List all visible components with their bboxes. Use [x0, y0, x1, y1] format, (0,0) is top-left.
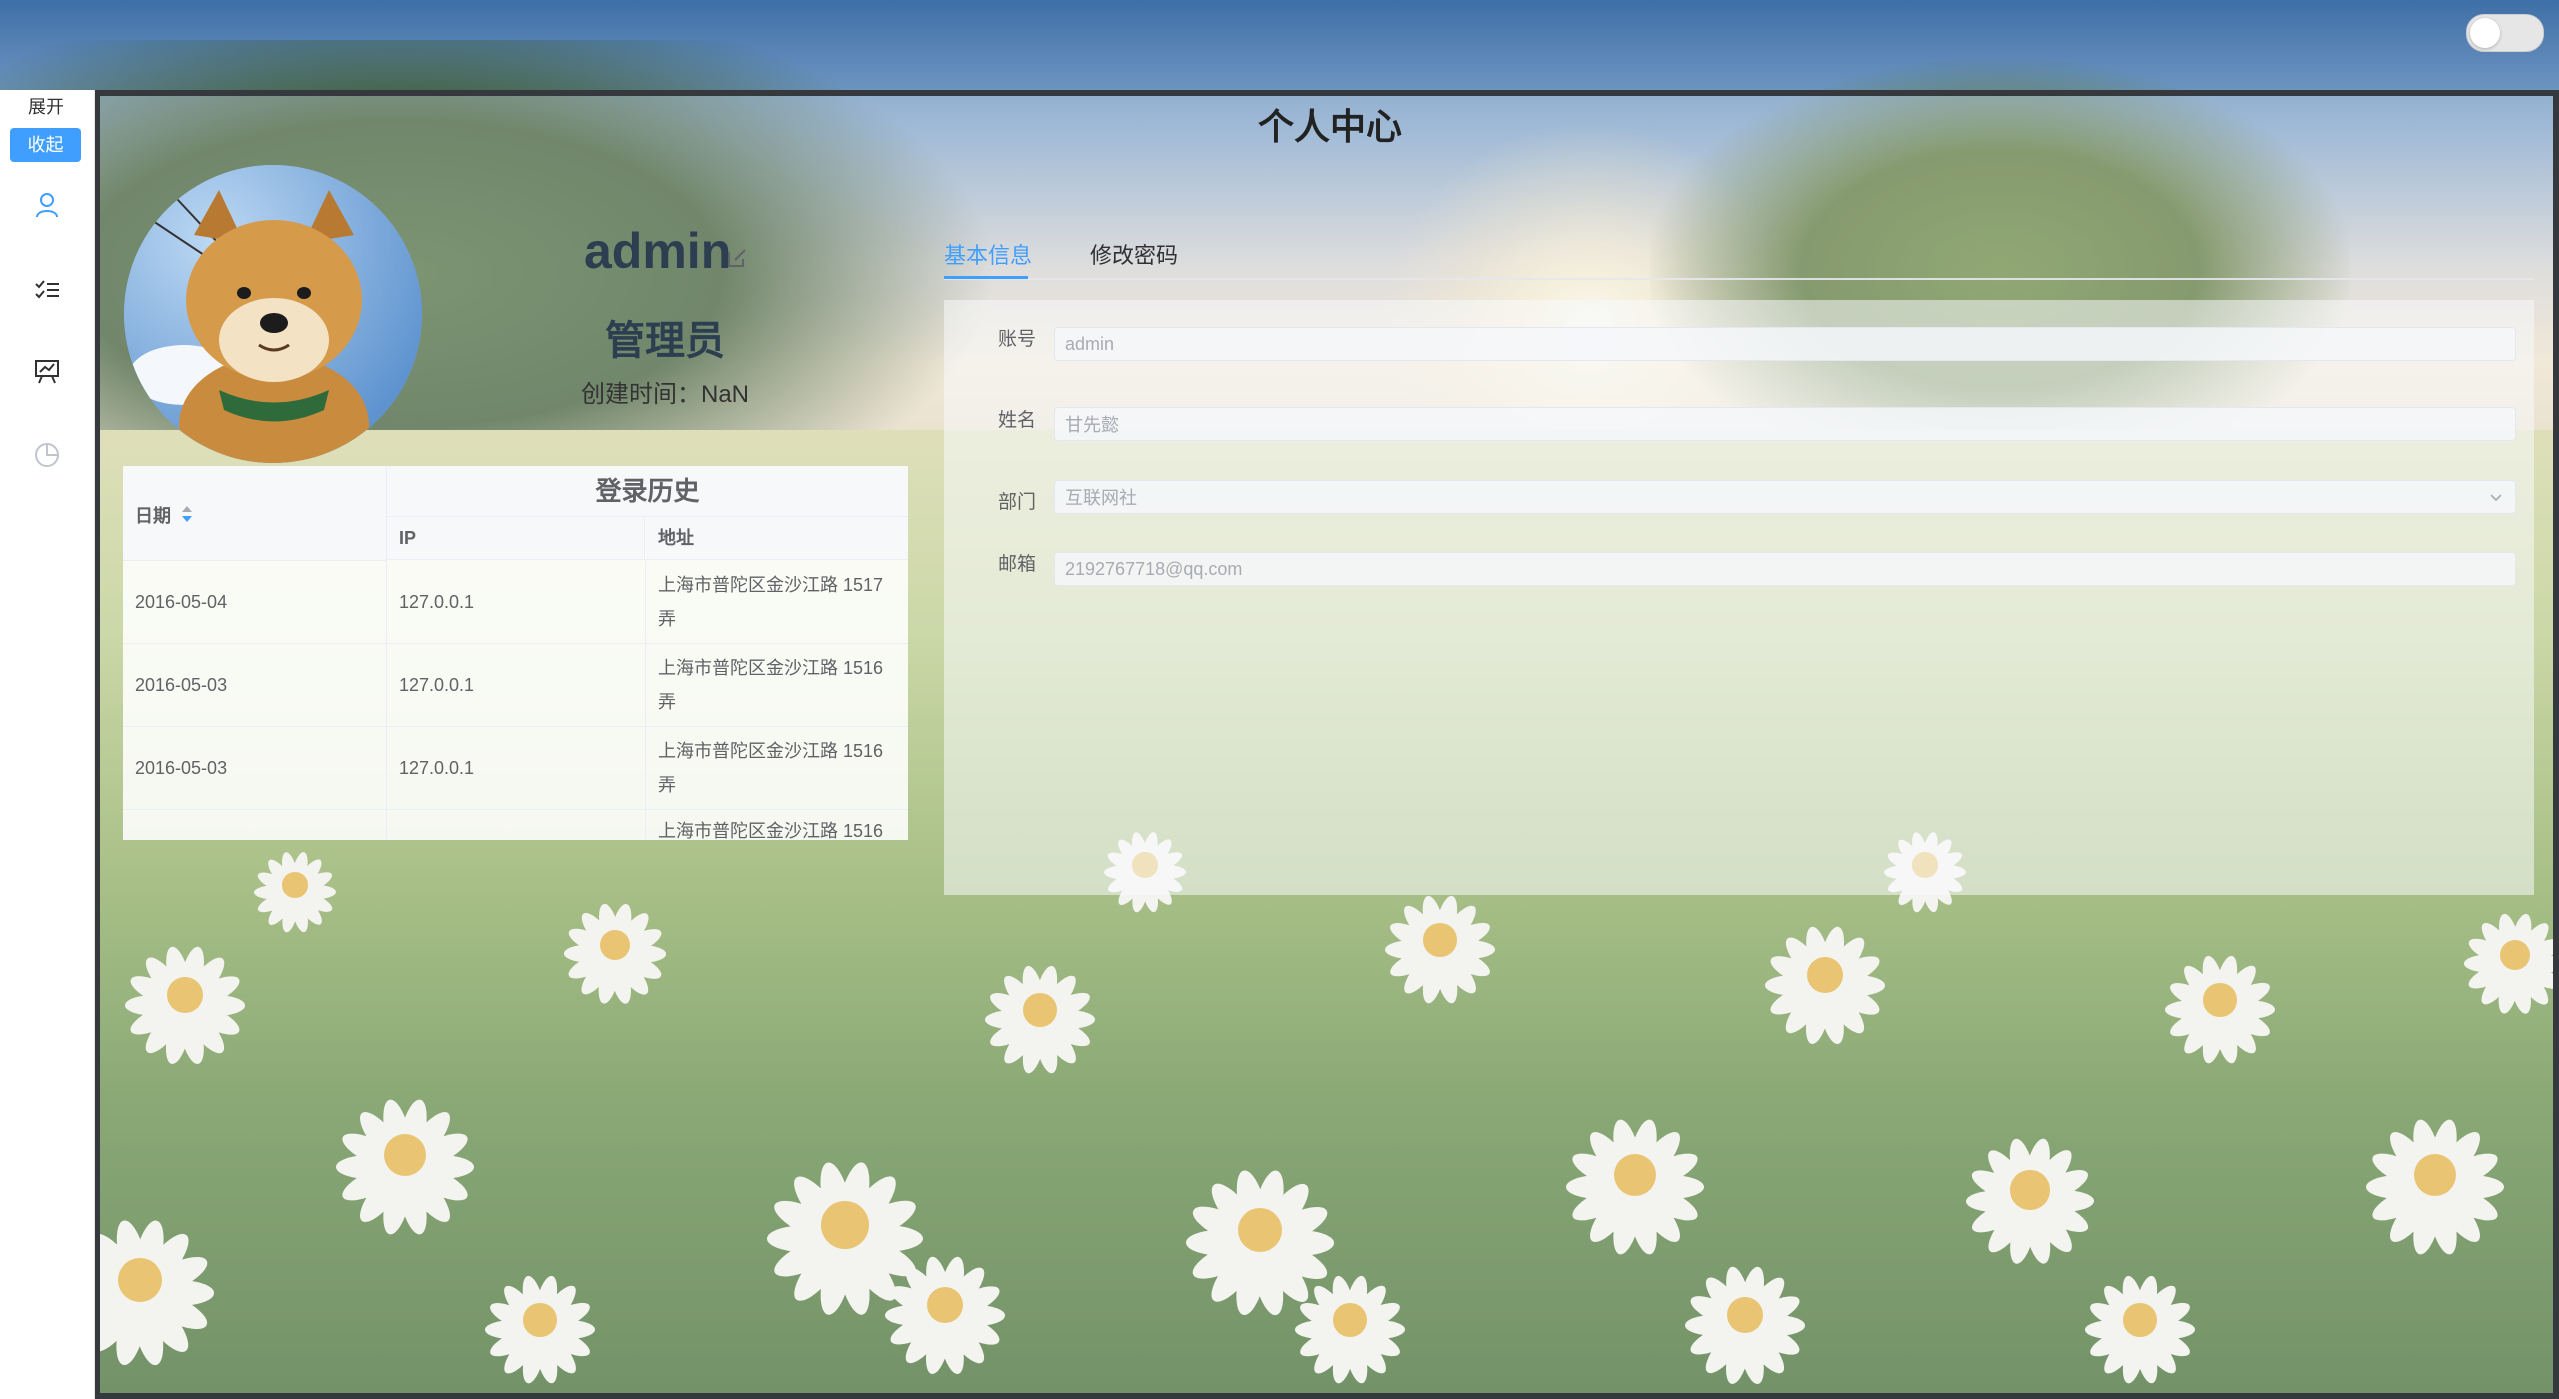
table-row[interactable]: 2016-05-03 127.0.0.1 上海市普陀区金沙江路 1516 弄	[123, 644, 908, 727]
tab-basic-info[interactable]: 基本信息	[944, 238, 1032, 270]
name-field[interactable]	[1054, 407, 2516, 441]
user-role: 管理员	[605, 319, 725, 363]
tab-divider	[944, 278, 2534, 280]
cell-address: 上海市普陀区金沙江路 1517 弄	[658, 575, 884, 629]
cell-address: 上海市普陀区金沙江路 1516 弄	[658, 658, 884, 712]
login-history-table: 日期 登录历史 IP 地址 2016-05-04 127.0.0.1 上海市普陀…	[123, 466, 908, 840]
cell-date	[123, 810, 387, 840]
cell-date: 2016-05-04	[123, 561, 387, 643]
basic-info-form: 账号 姓名 部门 邮箱	[944, 300, 2534, 895]
active-tab-indicator	[944, 276, 1028, 279]
toggle-knob	[2470, 18, 2500, 48]
expand-button[interactable]: 展开	[10, 94, 82, 120]
cell-ip: 127.0.0.1	[387, 644, 646, 726]
cell-ip: 127.0.0.1	[387, 561, 646, 643]
account-label: 账号	[998, 329, 1037, 350]
pie-chart-icon[interactable]	[32, 440, 62, 470]
table-row[interactable]: 上海市普陀区金沙江路 1516	[123, 810, 908, 840]
login-history-title: 登录历史	[387, 466, 908, 517]
name-label: 姓名	[998, 410, 1037, 431]
avatar[interactable]	[124, 165, 422, 463]
cell-ip: 127.0.0.1	[387, 727, 646, 809]
user-icon[interactable]	[32, 190, 62, 220]
profile-tabs: 基本信息 修改密码	[944, 230, 2534, 280]
tab-change-password[interactable]: 修改密码	[1090, 238, 1178, 270]
cell-date: 2016-05-03	[123, 644, 387, 726]
column-header-ip: IP	[387, 517, 645, 560]
theme-toggle[interactable]	[2466, 14, 2544, 52]
date-header-label: 日期	[135, 506, 171, 526]
email-field[interactable]	[1054, 552, 2516, 586]
created-value: NaN	[700, 381, 749, 408]
cell-address: 上海市普陀区金沙江路 1516 弄	[658, 741, 884, 795]
edit-icon[interactable]	[725, 246, 749, 270]
username: admin	[584, 223, 732, 279]
chevron-down-icon[interactable]	[2488, 489, 2504, 505]
sort-caret-icon[interactable]	[181, 502, 193, 526]
department-select[interactable]	[1054, 480, 2516, 514]
task-list-icon[interactable]	[32, 274, 62, 304]
email-label: 邮箱	[998, 554, 1037, 575]
created-time: 创建时间：NaN	[560, 374, 770, 409]
sidebar: 展开 收起	[0, 90, 95, 1399]
cell-address: 上海市普陀区金沙江路 1516	[658, 821, 884, 840]
column-header-date[interactable]: 日期	[123, 466, 387, 561]
cell-ip	[387, 810, 646, 840]
table-row[interactable]: 2016-05-03 127.0.0.1 上海市普陀区金沙江路 1516 弄	[123, 727, 908, 810]
cell-date: 2016-05-03	[123, 727, 387, 809]
column-header-address: 地址	[646, 517, 908, 560]
page-title: 个人中心	[1257, 106, 1402, 147]
collapse-button[interactable]: 收起	[10, 128, 81, 162]
table-row[interactable]: 2016-05-04 127.0.0.1 上海市普陀区金沙江路 1517 弄	[123, 561, 908, 644]
account-field[interactable]	[1054, 327, 2516, 361]
dog-avatar-image	[124, 165, 422, 463]
department-label: 部门	[998, 492, 1037, 513]
presentation-chart-icon[interactable]	[32, 356, 62, 386]
created-label: 创建时间：	[580, 381, 701, 408]
top-bar	[0, 0, 2559, 58]
